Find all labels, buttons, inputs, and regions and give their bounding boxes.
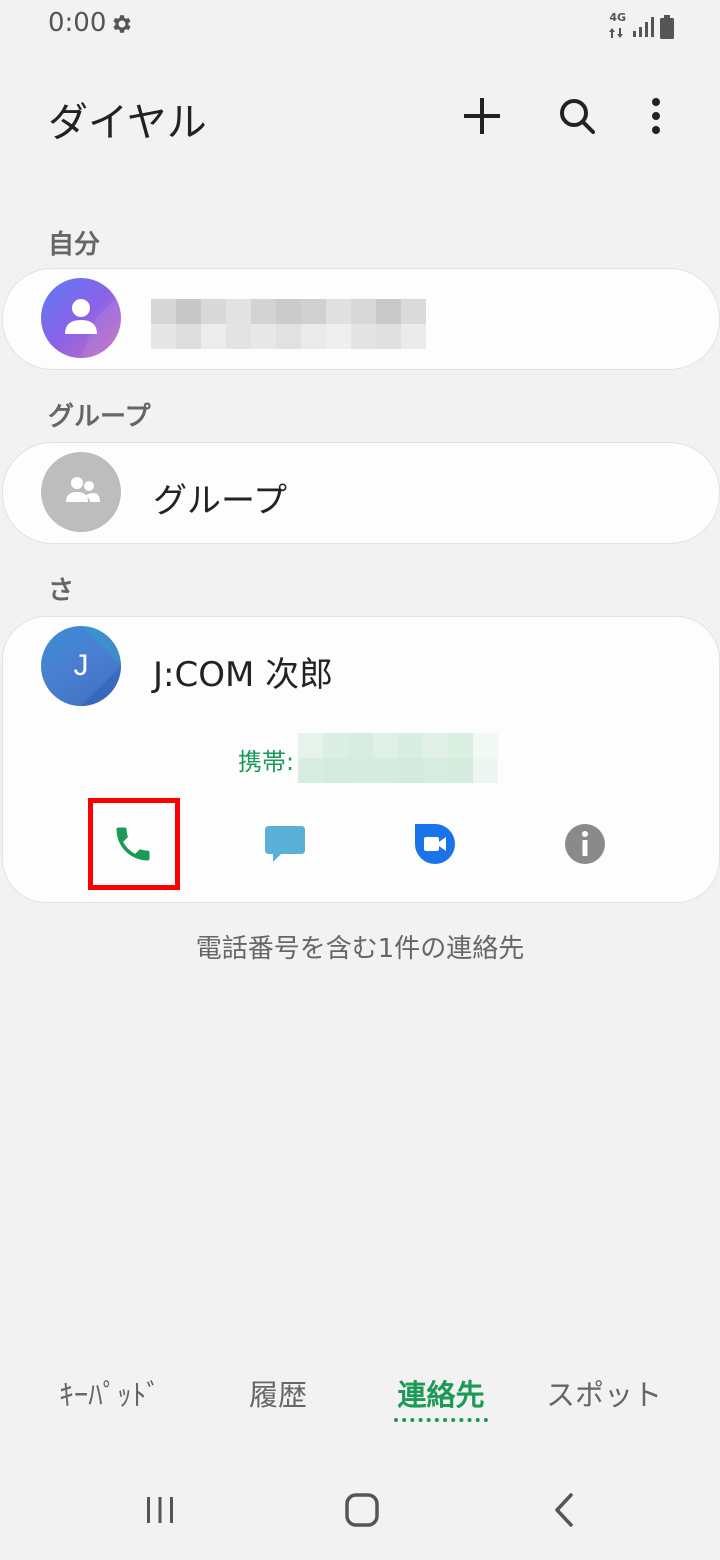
video-call-button[interactable] — [391, 800, 479, 888]
groups-avatar — [41, 452, 121, 532]
tab-contacts-label: 連絡先 — [397, 1378, 485, 1412]
home-icon — [345, 1493, 379, 1527]
back-button[interactable] — [534, 1480, 594, 1540]
search-icon — [560, 99, 595, 134]
tab-keypad[interactable]: ｷｰﾊﾟｯﾄﾞ — [30, 1372, 190, 1414]
back-icon — [555, 1493, 573, 1527]
tab-keypad-label: ｷｰﾊﾟｯﾄﾞ — [59, 1378, 161, 1412]
contact-name: J:COM 次郎 — [153, 655, 334, 695]
page-title: ダイヤル — [48, 100, 207, 146]
info-button[interactable] — [541, 800, 629, 888]
status-indicators: 4G — [609, 12, 674, 42]
contact-avatar: J — [41, 626, 121, 706]
tab-history-label: 履歴 — [248, 1378, 307, 1412]
redacted-name — [151, 299, 426, 324]
info-icon — [565, 824, 605, 864]
phone-type-label: 携帯: — [238, 748, 295, 776]
network-type: 4G — [609, 11, 626, 24]
system-nav-bar — [0, 1470, 720, 1550]
more-vert-icon — [652, 98, 660, 134]
search-button[interactable] — [553, 92, 601, 140]
message-button[interactable] — [241, 800, 329, 888]
redacted-phone-number — [298, 733, 498, 758]
status-time: 0:00 — [48, 8, 107, 38]
plus-icon — [464, 98, 500, 134]
settings-gear-icon — [113, 15, 131, 33]
tab-spot[interactable]: スポット — [524, 1372, 684, 1414]
contact-initial: J — [73, 649, 89, 682]
groups-card[interactable]: グループ — [2, 442, 720, 544]
battery-icon — [660, 15, 674, 39]
data-arrows-icon — [609, 28, 624, 38]
section-label-groups: グループ — [48, 402, 151, 432]
tab-history[interactable]: 履歴 — [198, 1372, 358, 1414]
video-call-icon — [415, 824, 455, 864]
tab-spot-label: スポット — [545, 1378, 662, 1412]
redacted-phone-number-row2 — [298, 758, 498, 783]
person-icon — [65, 293, 121, 358]
contact-count-text: 電話番号を含む1件の連絡先 — [195, 934, 525, 964]
recent-apps-button[interactable] — [130, 1480, 190, 1540]
more-options-button[interactable] — [632, 92, 680, 140]
section-label-me: 自分 — [48, 230, 101, 260]
tab-contacts[interactable]: 連絡先 — [366, 1372, 516, 1422]
bottom-tab-bar: ｷｰﾊﾟｯﾄﾞ 履歴 連絡先 スポット — [0, 1372, 720, 1432]
group-icon — [66, 477, 100, 502]
network-indicator: 4G — [609, 12, 626, 42]
active-tab-indicator — [394, 1418, 488, 1422]
groups-label: グループ — [153, 481, 287, 521]
redacted-name-row2 — [151, 324, 426, 349]
my-profile-card[interactable] — [2, 268, 720, 370]
signal-icon — [633, 17, 654, 37]
status-bar: 0:00 4G — [0, 0, 720, 50]
add-contact-button[interactable] — [458, 92, 506, 140]
section-label-sa: さ — [48, 576, 75, 606]
home-button[interactable] — [332, 1480, 392, 1540]
recent-apps-icon — [147, 1497, 173, 1523]
call-button-highlight — [88, 798, 180, 890]
my-profile-avatar — [41, 278, 121, 358]
message-icon — [265, 826, 305, 862]
